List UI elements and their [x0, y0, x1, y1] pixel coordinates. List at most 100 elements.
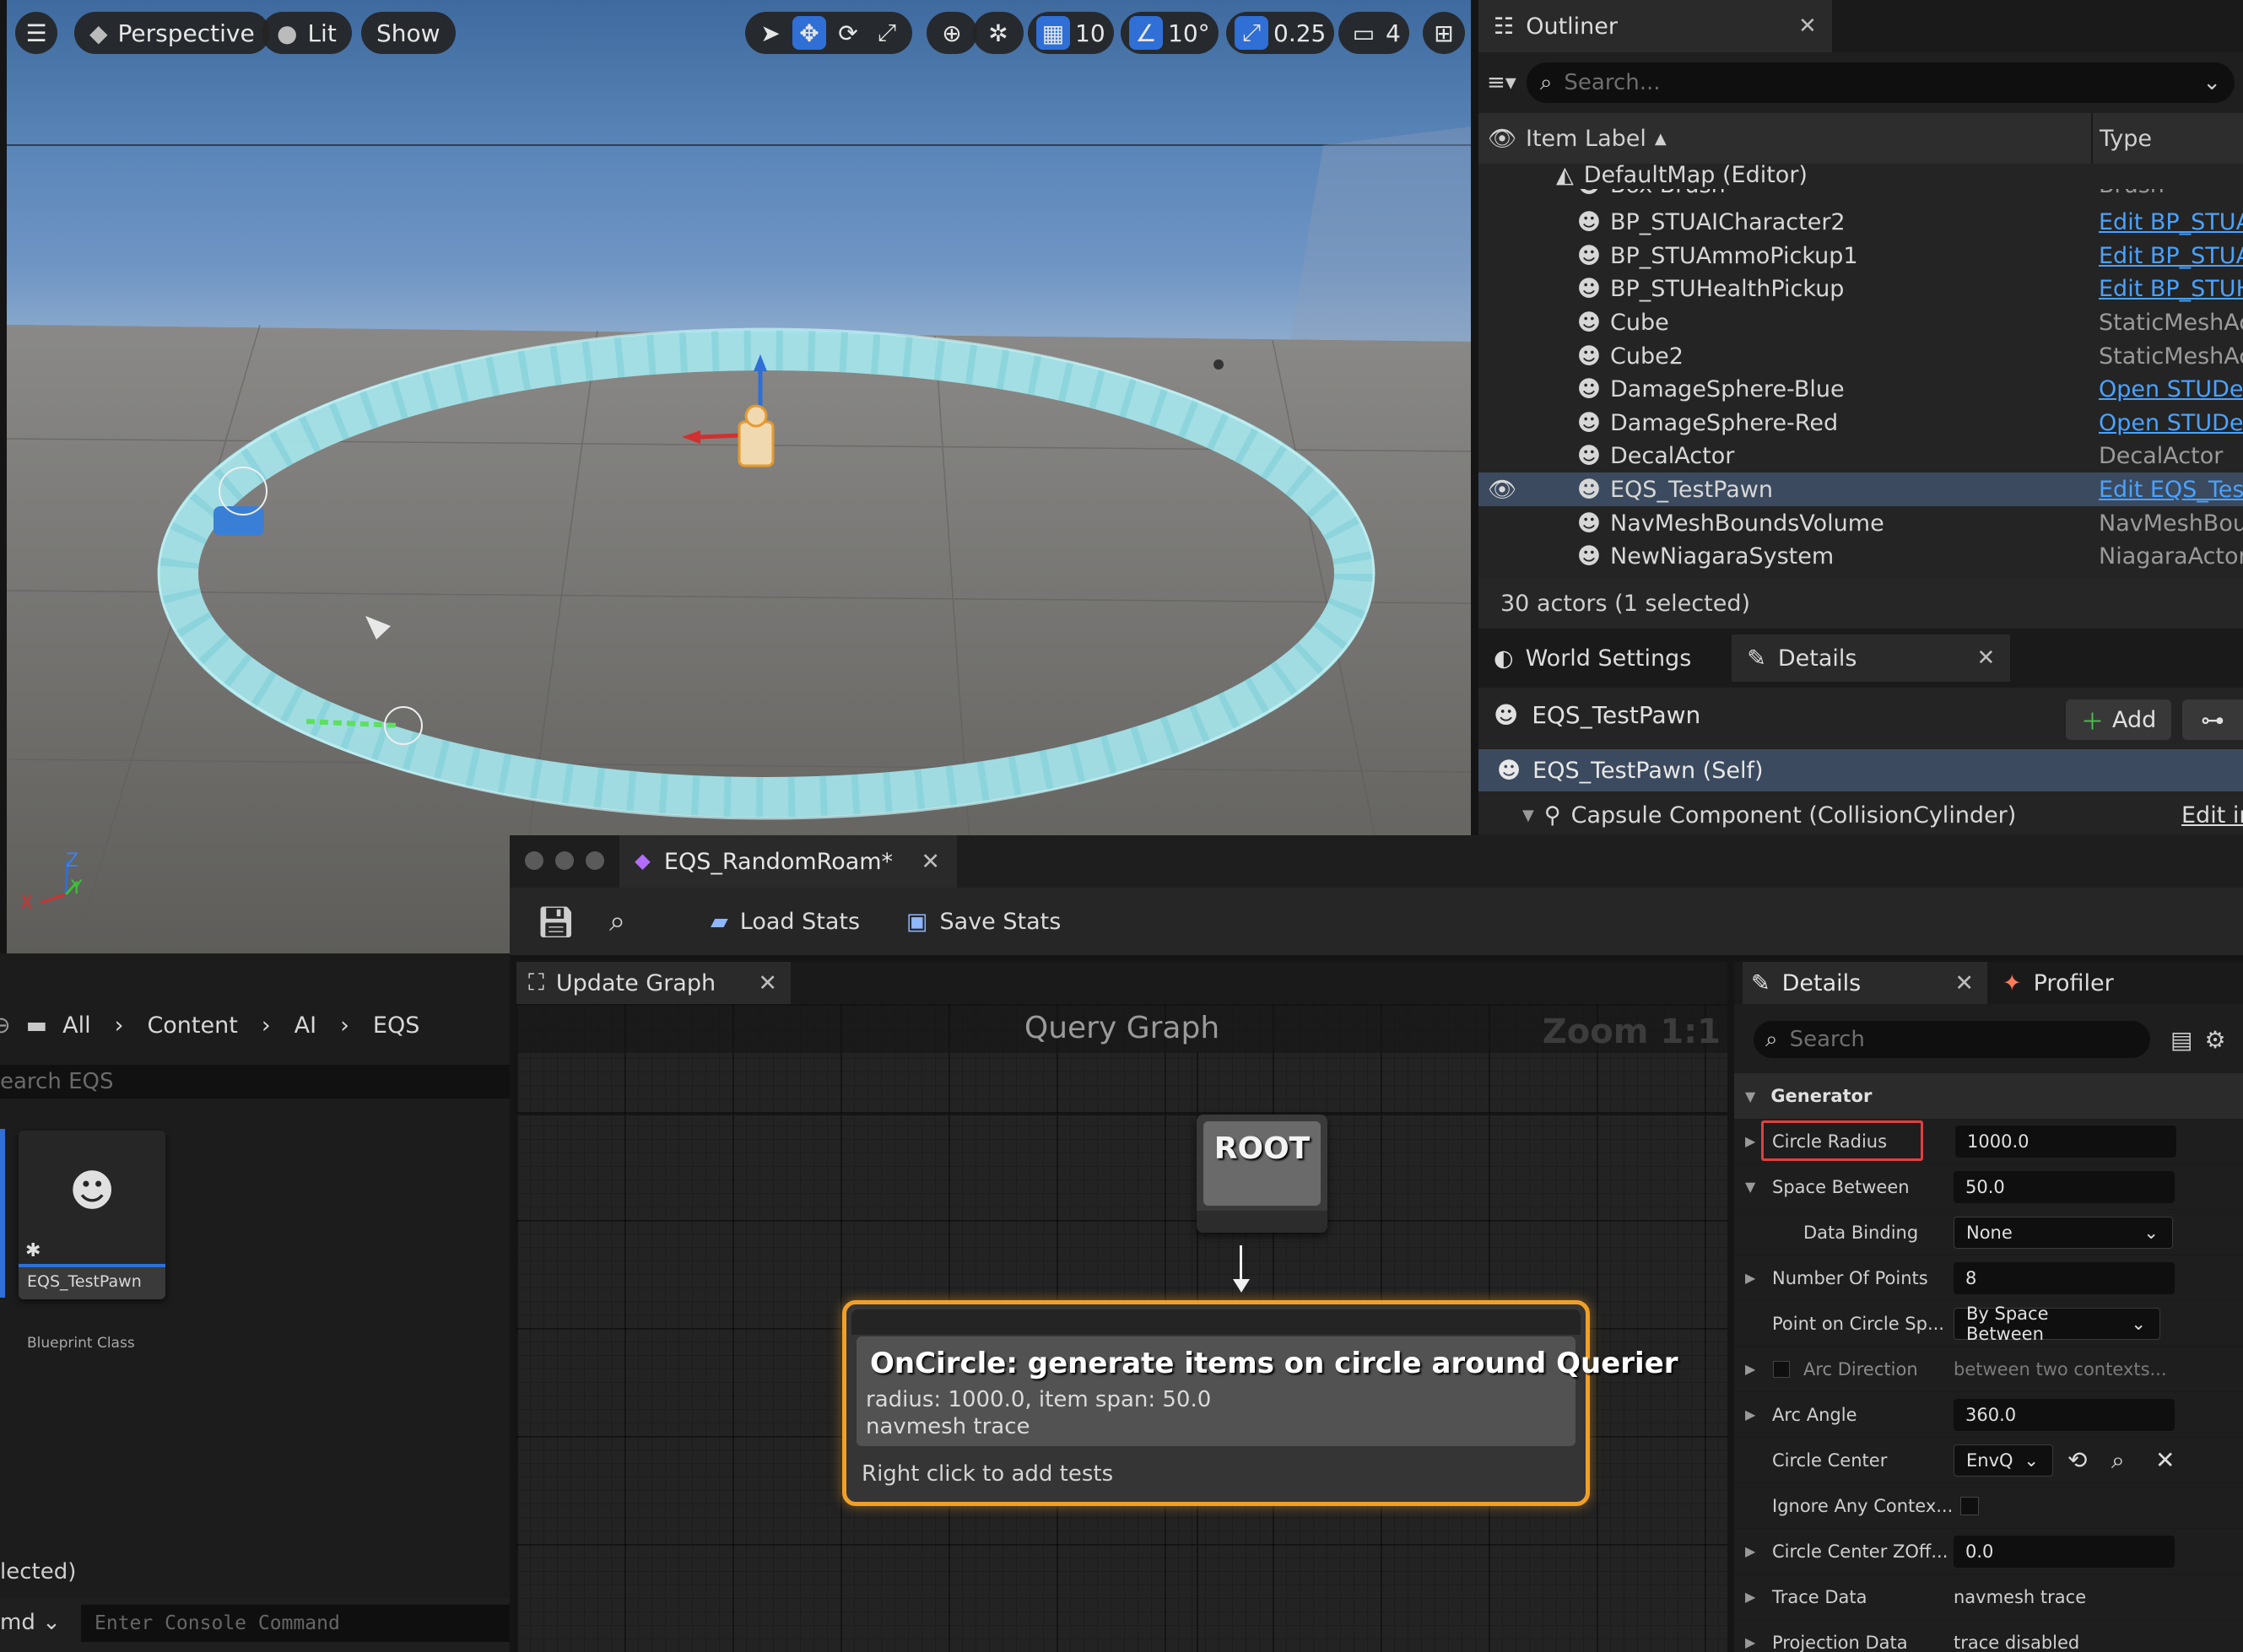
generator-section-header[interactable]: ▼ Generator	[1734, 1073, 2243, 1119]
camera-speed-control[interactable]: ▭ 4	[1338, 12, 1409, 54]
actor-type-link[interactable]: Edit BP_STUA	[2099, 209, 2243, 235]
close-window-button[interactable]	[525, 851, 543, 870]
tab-eqs-details[interactable]: ✎ Details ✕	[1743, 962, 1987, 1004]
close-icon[interactable]: ✕	[921, 849, 940, 875]
add-component-button[interactable]: ＋ Add	[2066, 699, 2172, 740]
actor-type-link[interactable]: Edit BP_STUA	[2099, 243, 2243, 269]
scale-tool-icon[interactable]: ⤢	[870, 16, 904, 50]
scale-snap-control[interactable]: ⤢ 0.25	[1226, 12, 1335, 54]
root-node[interactable]: ROOT	[1197, 1115, 1327, 1233]
asset-tile[interactable]: ☻ ✱ EQS_TestPawn	[19, 1131, 165, 1299]
outliner-row[interactable]: ☻ Box Brush Brush	[1478, 189, 2243, 196]
tab-world-settings[interactable]: ◐ World Settings	[1478, 629, 1707, 688]
outliner-row[interactable]: ☻ BP_STUHealthPickup Edit BP_STUH	[1478, 273, 2243, 306]
surface-snap-toggle[interactable]: ✲	[973, 12, 1024, 54]
history-icon[interactable]: ⊖	[0, 1012, 11, 1039]
lit-button[interactable]: ● Lit	[262, 12, 352, 54]
outliner-row[interactable]: ☻ DecalActor DecalActor	[1478, 440, 2243, 473]
show-button[interactable]: Show	[361, 12, 456, 54]
arc-direction-checkbox[interactable]	[1773, 1360, 1790, 1378]
chevron-down-icon[interactable]: ⌄	[2202, 70, 2221, 95]
expand-arrow-icon[interactable]: ▶	[1745, 1270, 1755, 1286]
move-tool-icon[interactable]: ✥	[792, 16, 826, 50]
world-local-toggle[interactable]: ⊕	[927, 12, 977, 54]
level-viewport[interactable]: Z Y X ☰ ◆ Perspective ● Lit Show ➤ ✥ ⟳ ⤢…	[7, 0, 1471, 953]
outliner-row[interactable]: 👁 ☻ EQS_TestPawn Edit EQS_Test	[1478, 472, 2243, 507]
breadcrumb-all[interactable]: All	[62, 1012, 90, 1039]
ignore-any-context-checkbox[interactable]	[1960, 1496, 1979, 1515]
layout-button[interactable]: ⊞	[1423, 12, 1465, 54]
clear-icon[interactable]: ✕	[2155, 1446, 2175, 1474]
reset-arrow-icon[interactable]: ⟲	[2067, 1446, 2087, 1474]
grid-snap-control[interactable]: ▦ 10	[1028, 12, 1114, 54]
property-value[interactable]: 8	[1954, 1261, 2175, 1294]
collapse-arrow-icon[interactable]: ▼	[1745, 1179, 1755, 1195]
close-icon[interactable]: ✕	[1798, 13, 1817, 39]
property-value[interactable]: 1000.0	[1955, 1125, 2176, 1158]
outliner-row[interactable]: ☻ DamageSphere-Red Open STUDev	[1478, 406, 2243, 440]
oncircle-generator-node[interactable]: OnCircle: generate items on circle aroun…	[842, 1300, 1678, 1506]
minimize-window-button[interactable]	[555, 851, 574, 870]
close-icon[interactable]: ✕	[1954, 970, 1974, 996]
close-icon[interactable]: ✕	[758, 970, 777, 996]
property-value[interactable]: 0.0	[1954, 1535, 2175, 1568]
expand-arrow-icon[interactable]: ▶	[1745, 1589, 1755, 1605]
actor-type-link[interactable]: Open STUDev	[2099, 376, 2243, 402]
browse-asset-icon[interactable]: ⌕	[609, 904, 625, 938]
query-graph-canvas[interactable]: Query Graph Zoom 1:1 ROOT OnCircle: gene…	[516, 1004, 1727, 1652]
details-search-input[interactable]: ⌕ Search	[1754, 1021, 2150, 1058]
component-edit-link[interactable]: Edit in	[2181, 802, 2243, 829]
expand-arrow-icon[interactable]: ▶	[1745, 1133, 1755, 1149]
actor-type-link[interactable]: Edit EQS_Test	[2099, 477, 2243, 503]
expand-arrow-icon[interactable]: ▶	[1745, 1634, 1755, 1650]
tree-root-row[interactable]: ◭ DefaultMap (Editor)	[1478, 162, 2243, 189]
maximize-window-button[interactable]	[586, 851, 604, 870]
tab-update-graph[interactable]: ⛶ Update Graph ✕	[516, 962, 791, 1004]
visibility-toggle-icon[interactable]: 👁	[1478, 476, 1526, 503]
component-self-row[interactable]: ☻ EQS_TestPawn (Self)	[1478, 749, 2243, 791]
select-tool-icon[interactable]: ➤	[754, 16, 787, 50]
component-capsule-row[interactable]: ▼ ⚲ Capsule Component (CollisionCylinder…	[1478, 794, 2243, 836]
actor-type-link[interactable]: Edit BP_STUH	[2099, 276, 2243, 302]
expand-arrow-icon[interactable]: ▼	[1522, 807, 1534, 824]
tab-profiler[interactable]: ✦ Profiler	[2002, 962, 2114, 1004]
content-search-input[interactable]: earch EQS	[0, 1065, 510, 1099]
outliner-row[interactable]: ☻ NewNiagaraSystem NiagaraActor	[1478, 540, 2243, 574]
column-item-label[interactable]: Item Label	[1526, 126, 1646, 152]
property-value[interactable]: 360.0	[1954, 1398, 2175, 1431]
save-stats-button[interactable]: ▣ Save Stats	[906, 901, 1061, 942]
blueprint-button[interactable]: ⊶	[2182, 699, 2243, 740]
outliner-row[interactable]: ☻ DamageSphere-Blue Open STUDev	[1478, 373, 2243, 407]
outliner-search-input[interactable]: ⌕ Search... ⌄	[1526, 62, 2235, 103]
outliner-row[interactable]: ☻ BP_STUAICharacter2 Edit BP_STUA	[1478, 206, 2243, 240]
rotate-tool-icon[interactable]: ⟳	[831, 16, 865, 50]
outliner-row[interactable]: ☻ NavMeshBoundsVolume NavMeshBour	[1478, 506, 2243, 540]
actor-type-link[interactable]: Open STUDev	[2099, 410, 2243, 436]
load-stats-button[interactable]: ▰ Load Stats	[711, 901, 860, 942]
property-value[interactable]: 50.0	[1954, 1170, 2175, 1203]
table-view-icon[interactable]: ▤	[2170, 1026, 2192, 1054]
breadcrumb-eqs[interactable]: EQS	[373, 1012, 419, 1039]
close-icon[interactable]: ✕	[1976, 645, 1995, 671]
tab-details[interactable]: ✎ Details ✕	[1732, 634, 2011, 682]
save-icon[interactable]: 💾︎	[537, 904, 576, 940]
console-input[interactable]: Enter Console Command	[81, 1605, 510, 1642]
expand-arrow-icon[interactable]: ▶	[1745, 1361, 1755, 1377]
breadcrumb-ai[interactable]: AI	[295, 1012, 316, 1039]
property-value[interactable]: None ⌄	[1954, 1216, 2173, 1249]
rotation-snap-control[interactable]: ∠ 10°	[1121, 12, 1219, 54]
expand-arrow-icon[interactable]: ▶	[1745, 1406, 1755, 1423]
filter-icon[interactable]: ≡▾	[1487, 70, 1516, 95]
tab-eqs-random-roam[interactable]: ⬥ EQS_RandomRoam* ✕	[619, 835, 957, 888]
tab-outliner[interactable]: ☷ Outliner ✕	[1478, 0, 1832, 52]
outliner-row[interactable]: ☻ Cube2 StaticMeshAc	[1478, 339, 2243, 373]
expand-arrow-icon[interactable]: ▶	[1745, 1543, 1755, 1559]
perspective-button[interactable]: ◆ Perspective	[74, 12, 270, 54]
outliner-row[interactable]: ☻ BP_STUAmmoPickup1 Edit BP_STUA	[1478, 239, 2243, 273]
gear-icon[interactable]: ⚙	[2204, 1026, 2225, 1054]
browse-icon[interactable]: ⌕	[2111, 1446, 2125, 1475]
cmd-dropdown[interactable]: md ⌄	[0, 1610, 61, 1635]
column-type[interactable]: Type	[2091, 126, 2152, 152]
property-value[interactable]: EnvQ ⌄	[1954, 1444, 2053, 1477]
property-value[interactable]: By Space Between ⌄	[1954, 1304, 2160, 1344]
